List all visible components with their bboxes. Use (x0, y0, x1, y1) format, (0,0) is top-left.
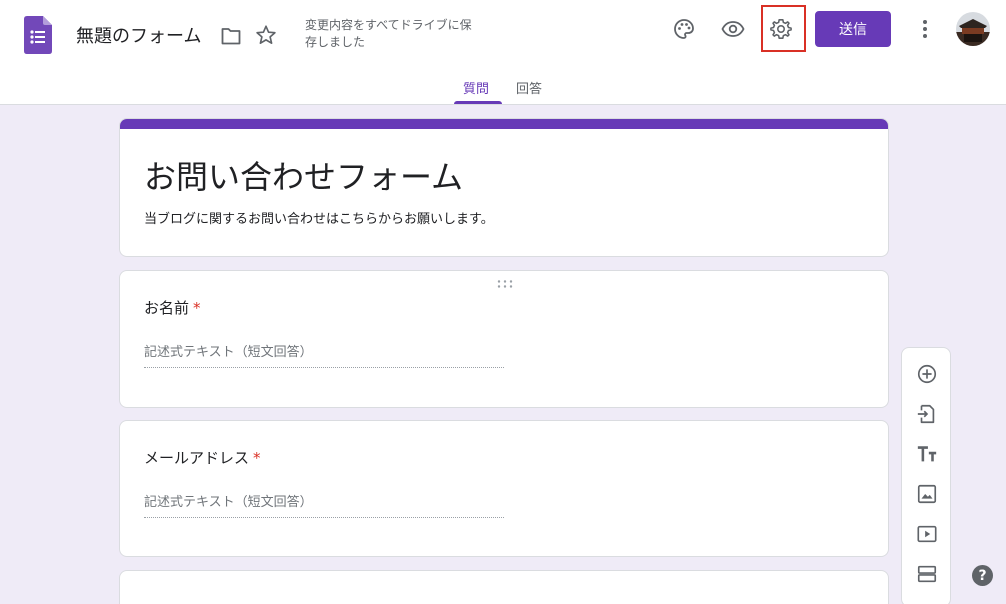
palette-icon[interactable] (672, 17, 696, 41)
add-circle-icon (917, 364, 937, 384)
required-mark: * (193, 299, 201, 317)
short-answer-placeholder: 記述式テキスト（短文回答） (144, 341, 504, 368)
tab-responses[interactable]: 回答 (516, 78, 542, 97)
question-title-text: お名前 (144, 299, 190, 317)
add-section-button[interactable] (915, 562, 939, 586)
add-image-button[interactable] (915, 482, 939, 506)
title-text-icon (917, 446, 937, 462)
send-button[interactable]: 送信 (815, 11, 891, 47)
app-header: 無題のフォーム 変更内容をすべてドライブに保存しました 送信 質問 回答 (0, 0, 1006, 105)
import-questions-button[interactable] (915, 402, 939, 426)
form-title-card[interactable]: お問い合わせフォーム 当ブログに関するお問い合わせはこちらからお願いします。 (119, 118, 889, 257)
add-question-button[interactable] (915, 362, 939, 386)
more-vert-icon[interactable] (913, 17, 937, 41)
document-title[interactable]: 無題のフォーム (76, 22, 201, 48)
video-icon (917, 525, 937, 543)
section-icon (917, 565, 937, 583)
import-questions-icon (917, 404, 935, 424)
help-button[interactable]: ? (972, 565, 993, 586)
star-icon[interactable] (254, 23, 278, 47)
folder-icon[interactable] (219, 24, 243, 48)
question-title-text: メールアドレス (144, 449, 250, 467)
question-card[interactable]: メールアドレス * 記述式テキスト（短文回答） (119, 420, 889, 557)
accent-band (120, 119, 888, 129)
form-description[interactable]: 当ブログに関するお問い合わせはこちらからお願いします。 (144, 208, 494, 227)
preview-eye-icon[interactable] (721, 17, 745, 41)
form-title[interactable]: お問い合わせフォーム (144, 152, 463, 198)
forms-logo-icon[interactable] (24, 16, 52, 54)
avatar[interactable] (956, 12, 990, 46)
question-card[interactable] (119, 570, 889, 604)
question-card[interactable]: お名前 * 記述式テキスト（短文回答） (119, 270, 889, 408)
save-status-text: 変更内容をすべてドライブに保存しました (305, 18, 472, 49)
add-video-button[interactable] (915, 522, 939, 546)
add-title-button[interactable] (915, 442, 939, 466)
question-title: お名前 * (144, 297, 201, 318)
settings-gear-icon[interactable] (769, 17, 793, 41)
drag-handle-icon[interactable] (496, 279, 514, 289)
required-mark: * (253, 449, 261, 467)
image-icon (917, 484, 937, 504)
question-title: メールアドレス * (144, 447, 261, 468)
tab-questions[interactable]: 質問 (463, 78, 489, 97)
form-tabs: 質問 回答 (0, 72, 1006, 105)
floating-toolbar (901, 347, 951, 604)
short-answer-placeholder: 記述式テキスト（短文回答） (144, 491, 504, 518)
active-tab-indicator (454, 101, 502, 104)
